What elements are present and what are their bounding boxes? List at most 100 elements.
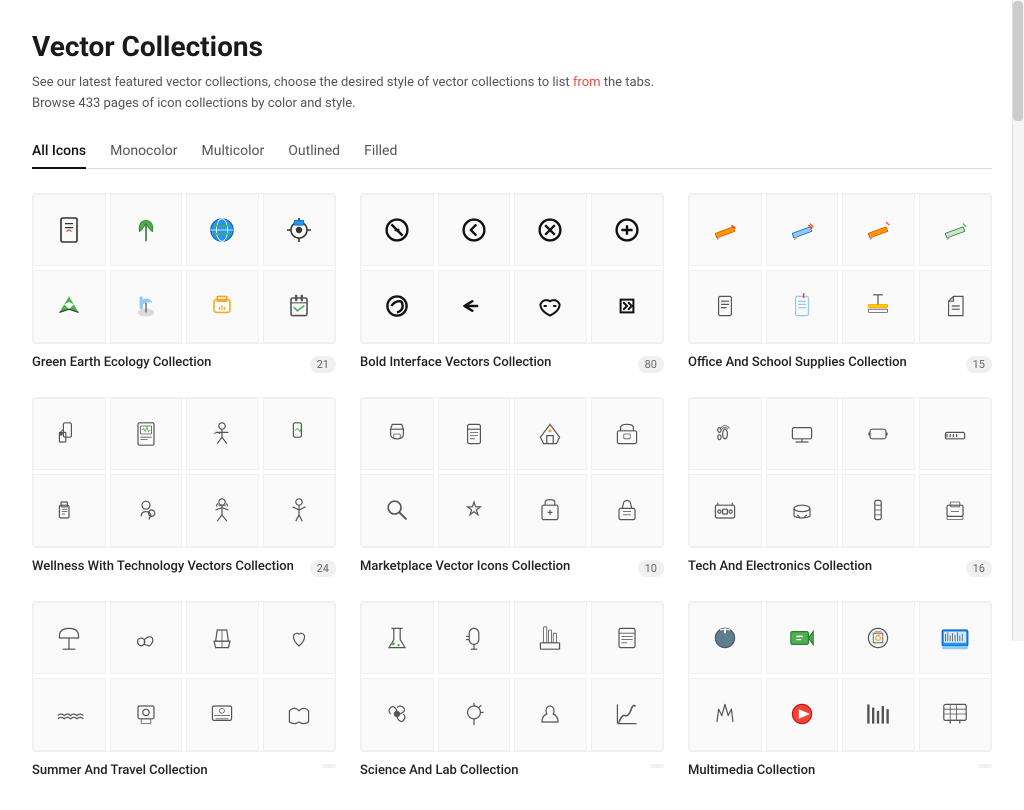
icon-cell [919, 398, 992, 471]
tab-outlined[interactable]: Outlined [288, 135, 340, 169]
icon-cell [186, 474, 259, 547]
collection-footer-office-school: Office And School Supplies Collection 15 [688, 354, 992, 373]
collection-footer-tech-electronics: Tech And Electronics Collection 16 [688, 558, 992, 577]
subtitle-line2: Browse 433 pages of icon collections by … [32, 94, 992, 115]
tab-multicolor[interactable]: Multicolor [202, 135, 265, 169]
collection-name-office-school: Office And School Supplies Collection [688, 354, 958, 372]
tab-all-icons[interactable]: All Icons [32, 135, 86, 169]
tab-monocolor[interactable]: Monocolor [110, 135, 177, 169]
icon-cell [263, 678, 336, 751]
icon-cell [514, 474, 587, 547]
icon-grid-green-earth [32, 193, 336, 344]
icon-cell [438, 602, 511, 675]
icon-cell [438, 474, 511, 547]
icon-cell [438, 194, 511, 267]
page-wrapper: Vector Collections See our latest featur… [12, 0, 1012, 810]
subtitle-link[interactable]: from [573, 75, 601, 90]
icon-cell [33, 194, 106, 267]
scrollbar-thumb[interactable] [1013, 1, 1023, 121]
collection-count-multimedia [978, 764, 992, 768]
icon-cell [766, 270, 839, 343]
icon-cell [919, 194, 992, 267]
collection-footer-wellness-tech: Wellness With Technology Vectors Collect… [32, 558, 336, 577]
collection-marketplace: Marketplace Vector Icons Collection 10 [360, 397, 664, 577]
icon-cell [438, 270, 511, 343]
icon-cell [919, 270, 992, 343]
icon-cell [689, 398, 762, 471]
icon-cell [919, 602, 992, 675]
icon-cell [689, 678, 762, 751]
icon-cell [186, 602, 259, 675]
icon-cell [263, 194, 336, 267]
page-subtitle: See our latest featured vector collectio… [32, 73, 992, 115]
collection-science-lab: Science And Lab Collection [360, 601, 664, 780]
icon-grid-office-school [688, 193, 992, 344]
collection-footer-multimedia: Multimedia Collection [688, 762, 992, 780]
page-title: Vector Collections [32, 30, 992, 63]
icon-cell [689, 602, 762, 675]
icon-grid-tech-electronics [688, 397, 992, 548]
icon-cell [514, 194, 587, 267]
icon-cell [591, 270, 664, 343]
icon-grid-bold-interface [360, 193, 664, 344]
icon-cell [361, 398, 434, 471]
icon-cell [591, 678, 664, 751]
collection-footer-summer-travel: Summer And Travel Collection [32, 762, 336, 780]
icon-cell [186, 678, 259, 751]
icon-cell [766, 194, 839, 267]
icon-cell [186, 194, 259, 267]
icon-cell [263, 398, 336, 471]
collection-green-earth: Green Earth Ecology Collection 21 [32, 193, 336, 373]
collection-name-tech-electronics: Tech And Electronics Collection [688, 558, 958, 576]
icon-cell [591, 474, 664, 547]
collection-name-marketplace: Marketplace Vector Icons Collection [360, 558, 630, 576]
collection-footer-bold-interface: Bold Interface Vectors Collection 80 [360, 354, 664, 373]
icon-cell [766, 678, 839, 751]
icon-cell [361, 194, 434, 267]
icon-cell [514, 270, 587, 343]
icon-cell [33, 270, 106, 343]
collection-footer-science-lab: Science And Lab Collection [360, 762, 664, 780]
icon-cell [361, 678, 434, 751]
collection-name-wellness-tech: Wellness With Technology Vectors Collect… [32, 558, 302, 576]
icon-cell [919, 474, 992, 547]
collection-multimedia: Multimedia Collection [688, 601, 992, 780]
icon-cell [689, 194, 762, 267]
collection-footer-marketplace: Marketplace Vector Icons Collection 10 [360, 558, 664, 577]
icon-cell [110, 678, 183, 751]
icon-grid-marketplace [360, 397, 664, 548]
icon-grid-science-lab [360, 601, 664, 752]
scrollbar[interactable] [1012, 0, 1024, 641]
icon-cell [842, 270, 915, 343]
icon-grid-wellness-tech [32, 397, 336, 548]
icon-cell [842, 678, 915, 751]
icon-cell [361, 270, 434, 343]
icon-cell [33, 474, 106, 547]
collection-count-office-school: 15 [966, 356, 992, 373]
icon-cell [361, 474, 434, 547]
icon-cell [110, 270, 183, 343]
icon-cell [514, 398, 587, 471]
icon-cell [361, 602, 434, 675]
icon-cell [766, 602, 839, 675]
collection-count-marketplace: 10 [638, 560, 664, 577]
icon-cell [438, 398, 511, 471]
icon-cell [110, 602, 183, 675]
collection-tech-electronics: Tech And Electronics Collection 16 [688, 397, 992, 577]
icon-cell [263, 474, 336, 547]
tab-filled[interactable]: Filled [364, 135, 397, 169]
collection-count-tech-electronics: 16 [966, 560, 992, 577]
icon-cell [33, 678, 106, 751]
collection-footer-green-earth: Green Earth Ecology Collection 21 [32, 354, 336, 373]
collection-summer-travel: Summer And Travel Collection [32, 601, 336, 780]
collection-name-multimedia: Multimedia Collection [688, 762, 970, 780]
icon-cell [186, 398, 259, 471]
icon-cell [591, 602, 664, 675]
icon-cell [689, 270, 762, 343]
icon-cell [110, 474, 183, 547]
collection-count-wellness-tech: 24 [310, 560, 336, 577]
icon-cell [438, 678, 511, 751]
icon-cell [766, 474, 839, 547]
icon-cell [263, 270, 336, 343]
collection-name-summer-travel: Summer And Travel Collection [32, 762, 314, 780]
